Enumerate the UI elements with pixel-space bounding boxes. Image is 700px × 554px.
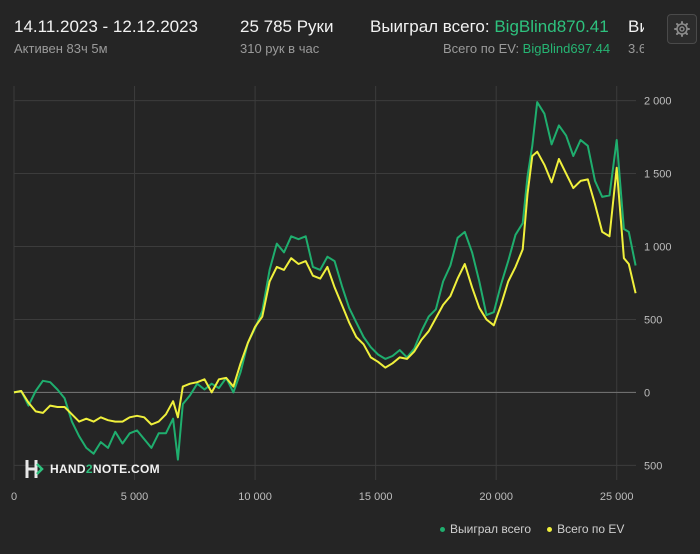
chart-legend: Выиграл всего Всего по EV bbox=[440, 522, 624, 536]
ev-total-value: BigBlind697.44 bbox=[522, 41, 611, 56]
legend-item-won[interactable]: Выиграл всего bbox=[440, 522, 531, 536]
legend-label-ev: Всего по EV bbox=[557, 522, 625, 536]
active-time: Активен 83ч 5м bbox=[14, 41, 108, 56]
legend-swatch-ev bbox=[547, 526, 553, 532]
ev-total: Всего по EV: BigBlind697.44 bbox=[443, 41, 610, 56]
ev-total-label: Всего по EV: bbox=[443, 41, 523, 56]
x-tick-label-5: 25 000 bbox=[600, 491, 634, 503]
brand-part-a: HAND bbox=[50, 462, 86, 476]
hands-rate: 310 рук в час bbox=[240, 41, 320, 56]
brand-part-b: NOTE.COM bbox=[92, 462, 160, 476]
x-tick-label-4: 20 000 bbox=[479, 491, 513, 503]
brand-text: HAND2NOTE.COM bbox=[50, 462, 160, 476]
date-range: 14.11.2023 - 12.12.2023 bbox=[14, 17, 199, 36]
gear-icon bbox=[674, 21, 690, 37]
series-line-ev[interactable] bbox=[13, 150, 637, 426]
profit-chart: 2 000 1 500 1 000 500 0 500 0 5 000 10 000 15 00… bbox=[11, 86, 672, 503]
x-tick-label-0: 0 bbox=[11, 491, 17, 503]
settings-button[interactable] bbox=[667, 14, 697, 44]
y-tick-label-2: 1 000 bbox=[644, 242, 672, 254]
h2n-logo-icon bbox=[25, 460, 44, 478]
brand-part-num: 2 bbox=[85, 462, 93, 476]
legend-swatch-won bbox=[440, 526, 445, 532]
won-total-label: Выиграл всего: bbox=[370, 17, 495, 36]
y-tick-label-0: 2 000 bbox=[644, 96, 672, 108]
brand-logo: HAND2NOTE.COM bbox=[24, 458, 160, 480]
won-total: Выиграл всего: BigBlind870.41 bbox=[370, 17, 609, 37]
legend-label-won: Выиграл всего bbox=[450, 522, 532, 536]
y-tick-label-3: 500 bbox=[644, 314, 662, 326]
summary-header: 14.11.2023 - 12.12.2023 Активен 83ч 5м 2… bbox=[0, 0, 700, 70]
y-tick-label-5: 500 bbox=[644, 460, 662, 472]
series-line-won[interactable] bbox=[13, 101, 637, 461]
cut-off-value: 3.6 bbox=[628, 41, 644, 56]
cut-off-label: Ви bbox=[628, 17, 644, 36]
legend-item-ev[interactable]: Всего по EV bbox=[547, 522, 624, 536]
x-tick-label-1: 5 000 bbox=[121, 491, 149, 503]
x-tick-label-2: 10 000 bbox=[238, 491, 272, 503]
y-tick-label-4: 0 bbox=[644, 387, 650, 399]
y-tick-label-1: 1 500 bbox=[644, 169, 672, 181]
won-total-value: BigBlind870.41 bbox=[494, 17, 609, 36]
x-tick-label-3: 15 000 bbox=[359, 491, 393, 503]
hands-count: 25 785 Руки bbox=[240, 17, 334, 36]
